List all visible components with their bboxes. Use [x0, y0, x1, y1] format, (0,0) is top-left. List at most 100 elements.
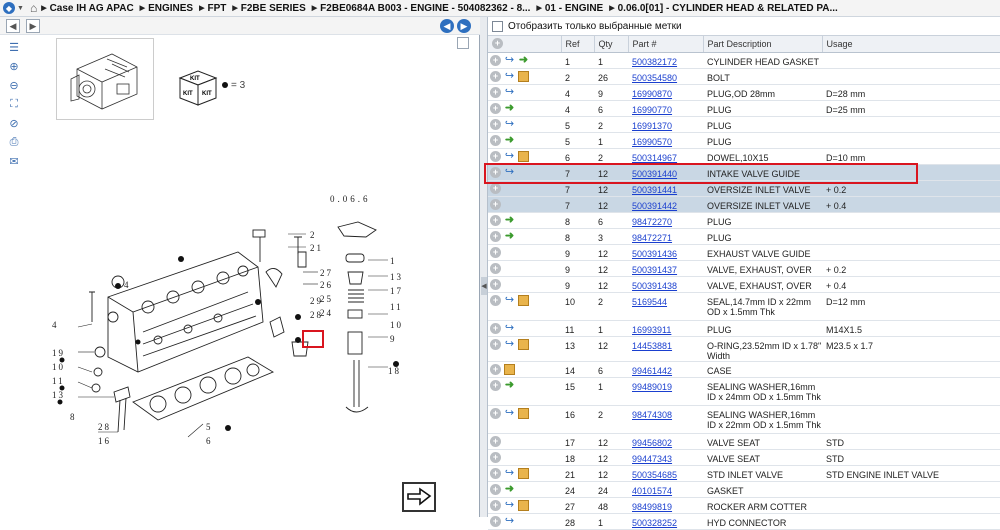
next-page-icon[interactable]: ▶ — [457, 19, 471, 33]
replacement-arrow-icon[interactable]: ➜ — [504, 102, 515, 114]
table-row[interactable]: + ↪ 4 9 16990870 PLUG,OD 28mm D=28 mm — [488, 84, 1000, 101]
kit-box-icon[interactable] — [504, 363, 515, 375]
table-row[interactable]: +9 12 500391438 VALVE, EXHAUST, OVER + 0.4 — [488, 276, 1000, 293]
info-link-icon[interactable]: ↪ — [504, 407, 515, 419]
part-number-link[interactable]: 500391437 — [632, 265, 677, 275]
add-to-cart-icon[interactable]: + — [490, 86, 501, 98]
info-link-icon[interactable]: ↪ — [504, 118, 515, 130]
add-to-cart-icon[interactable]: + — [490, 294, 501, 306]
table-row[interactable]: +9 12 500391436 EXHAUST VALVE GUIDE — [488, 244, 1000, 261]
info-link-icon[interactable]: ↪ — [504, 338, 515, 350]
table-row[interactable]: + ↪ 21 12 500354685 STD INLET VALVE STD ENGINE… — [488, 465, 1000, 482]
part-number-link[interactable]: 99447343 — [632, 454, 672, 464]
breadcrumb-item-fpt[interactable]: ▶ FPT — [199, 3, 226, 14]
add-to-cart-icon[interactable]: + — [490, 278, 501, 290]
table-row[interactable]: + ↪ 16 2 98474308 SEALING WASHER,16mm ID x 22… — [488, 405, 1000, 434]
breadcrumb-item-series[interactable]: ▶ F2BE SERIES — [232, 3, 305, 14]
add-to-cart-icon[interactable]: + — [490, 246, 501, 258]
replacement-arrow-icon[interactable]: ➜ — [504, 483, 515, 495]
table-row[interactable]: +7 12 500391442 OVERSIZE INLET VALVE + 0.4 — [488, 196, 1000, 213]
part-number-link[interactable]: 16990870 — [632, 89, 672, 99]
add-to-cart-icon[interactable]: + — [490, 499, 501, 511]
replacement-arrow-icon[interactable]: ➜ — [504, 230, 515, 242]
panel-splitter[interactable]: ◀ — [480, 17, 488, 517]
table-row[interactable]: +17 12 99456802 VALVE SEAT STD — [488, 433, 1000, 450]
part-number-link[interactable]: 16991370 — [632, 121, 672, 131]
table-row[interactable]: + ↪ 6 2 500314967 DOWEL,10X15 D=10 mm — [488, 148, 1000, 165]
previous-page-icon[interactable]: ◀ — [440, 19, 454, 33]
add-to-cart-icon[interactable]: + — [490, 134, 501, 146]
add-to-cart-icon[interactable]: + — [490, 182, 501, 194]
add-to-cart-icon[interactable]: + — [490, 363, 501, 375]
info-link-icon[interactable]: ↪ — [504, 294, 515, 306]
add-to-cart-icon[interactable]: + — [490, 483, 501, 495]
replacement-arrow-icon[interactable]: ➜ — [504, 379, 515, 391]
part-number-link[interactable]: 98499819 — [632, 502, 672, 512]
kit-box-icon[interactable] — [518, 70, 529, 82]
info-link-icon[interactable]: ↪ — [504, 499, 515, 511]
add-to-cart-icon[interactable]: + — [490, 118, 501, 130]
add-to-cart-icon[interactable]: + — [490, 102, 501, 114]
dropdown-icon[interactable]: ▼ — [17, 5, 24, 12]
part-number-link[interactable]: 500354580 — [632, 73, 677, 83]
clear-selection-icon[interactable]: ⊘ — [6, 115, 22, 131]
add-to-cart-icon[interactable]: + — [490, 150, 501, 162]
add-to-cart-icon[interactable]: + — [490, 515, 501, 527]
part-number-link[interactable]: 16990570 — [632, 137, 672, 147]
engine-thumbnail[interactable] — [56, 38, 154, 120]
breadcrumb-item-brand[interactable]: ▶ Case IH AG APAC — [41, 3, 133, 14]
print-icon[interactable]: ⎙ — [6, 134, 22, 150]
selected-callout-highlight[interactable] — [302, 330, 324, 348]
part-number-link[interactable]: 500354685 — [632, 470, 677, 480]
kit-box-icon[interactable] — [518, 338, 529, 350]
table-row[interactable]: + ➜ 5 1 16990570 PLUG — [488, 132, 1000, 149]
add-to-cart-icon[interactable]: + — [490, 322, 501, 334]
part-number-link[interactable]: 14453881 — [632, 341, 672, 351]
zoom-out-icon[interactable]: ⊖ — [6, 77, 22, 93]
add-to-cart-icon[interactable]: + — [490, 70, 501, 82]
table-row[interactable]: + ↪ 13 12 14453881 O-RING,23.52mm ID x 1.78" … — [488, 336, 1000, 362]
kit-box-icon[interactable] — [518, 407, 529, 419]
table-row[interactable]: + ↪ 2 26 500354580 BOLT — [488, 68, 1000, 85]
table-row[interactable]: + ↪ 10 2 5169544 SEAL,14.7mm ID x 22mm OD x 1… — [488, 292, 1000, 321]
part-number-link[interactable]: 98472271 — [632, 233, 672, 243]
add-to-cart-icon[interactable]: + — [490, 54, 501, 66]
add-to-cart-icon[interactable]: + — [490, 451, 501, 463]
table-row[interactable]: + ➜ 4 6 16990770 PLUG D=25 mm — [488, 100, 1000, 117]
exploded-parts-drawing[interactable]: 0.06.6 2 21 27 26 25 24 1 13 17 11 10 9 … — [48, 192, 408, 475]
table-row[interactable]: + ➜ 8 3 98472271 PLUG — [488, 228, 1000, 245]
column-header-usage[interactable]: Usage — [822, 36, 1000, 53]
kit-box-icon[interactable] — [518, 499, 529, 511]
info-link-icon[interactable]: ↪ — [504, 467, 515, 479]
table-row[interactable]: +9 12 500391437 VALVE, EXHAUST, OVER + 0.2 — [488, 260, 1000, 277]
selected-only-filter[interactable]: Отобразить только выбранные метки — [488, 17, 1000, 36]
kit-box-icon[interactable] — [518, 150, 529, 162]
part-number-link[interactable]: 40101574 — [632, 486, 672, 496]
replacement-arrow-icon[interactable]: ➜ — [504, 214, 515, 226]
table-row[interactable]: + ↪ 28 1 500328252 HYD CONNECTOR — [488, 513, 1000, 530]
add-to-cart-icon[interactable]: + — [490, 435, 501, 447]
part-number-link[interactable]: 16990770 — [632, 105, 672, 115]
selected-only-checkbox[interactable] — [492, 20, 503, 32]
breadcrumb-item-group[interactable]: ▶ 0.06.0[01] - CYLINDER HEAD & RELATED PA… — [609, 3, 838, 14]
info-link-icon[interactable]: ↪ — [504, 86, 515, 98]
part-number-link[interactable]: 500391438 — [632, 281, 677, 291]
part-number-link[interactable]: 500391436 — [632, 249, 677, 259]
part-number-link[interactable]: 98472270 — [632, 217, 672, 227]
email-icon[interactable]: ✉ — [6, 153, 22, 169]
part-number-link[interactable]: 500314967 — [632, 153, 677, 163]
part-number-link[interactable]: 99456802 — [632, 438, 672, 448]
table-row[interactable]: + ➜ 15 1 99489019 SEALING WASHER,16mm ID x 24… — [488, 377, 1000, 406]
back-icon[interactable]: ◀ — [6, 19, 20, 33]
next-group-button[interactable] — [402, 482, 436, 512]
home-icon[interactable]: ⌂ — [30, 1, 37, 15]
zoom-in-icon[interactable]: ⊕ — [6, 58, 22, 74]
part-number-link[interactable]: 99461442 — [632, 366, 672, 376]
collapse-icon[interactable] — [457, 37, 469, 49]
info-link-icon[interactable]: ↪ — [504, 322, 515, 334]
replacement-arrow-icon[interactable]: ➜ — [504, 134, 515, 146]
info-link-icon[interactable]: ↪ — [504, 54, 515, 66]
collapse-panel-icon[interactable]: ◀ — [481, 277, 487, 295]
forward-icon[interactable]: ▶ — [26, 19, 40, 33]
table-row[interactable]: + ↪ 5 2 16991370 PLUG — [488, 116, 1000, 133]
